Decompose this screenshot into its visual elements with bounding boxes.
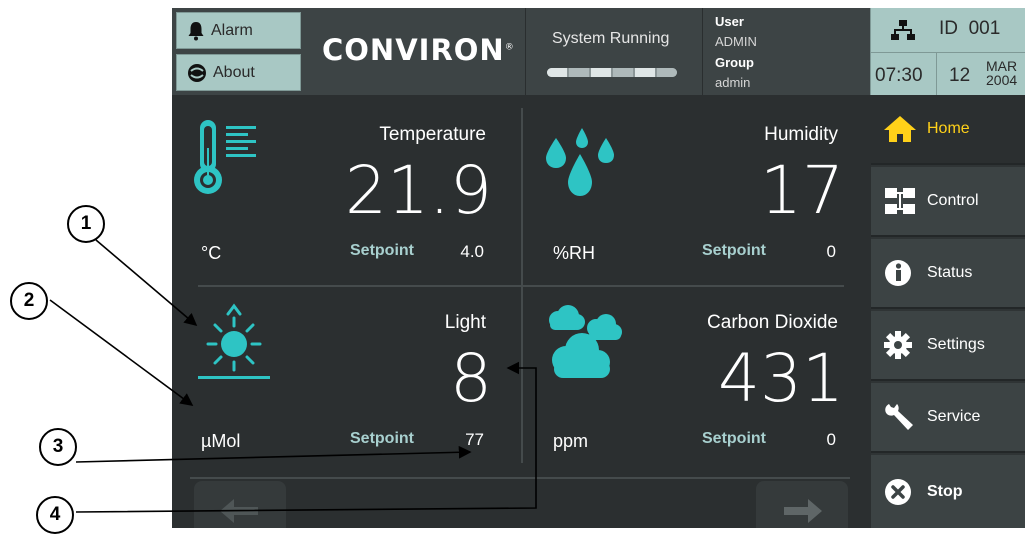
light-setpoint-label: Setpoint (350, 430, 414, 447)
nav-stop-label: Stop (927, 482, 963, 500)
page-nav-bar (190, 476, 850, 528)
alarm-label: Alarm (211, 21, 253, 39)
about-label: About (213, 63, 255, 81)
nav-control[interactable]: Control (871, 167, 1025, 237)
user-value: ADMIN (715, 34, 757, 49)
clock-time: 07:30 (875, 65, 923, 86)
network-icon (891, 20, 915, 40)
co2-value: 431 (718, 340, 844, 417)
system-progress-bar (547, 68, 677, 77)
group-label: Group (715, 55, 754, 70)
system-status-text: System Running (552, 30, 670, 47)
group-value: admin (715, 75, 751, 90)
callout-2: 2 (10, 282, 48, 320)
clouds-icon (549, 305, 622, 378)
date-day: 12 (949, 65, 971, 86)
info-icon (885, 260, 911, 286)
sun-icon (198, 303, 270, 379)
temperature-setpoint-value: 4.0 (460, 242, 484, 261)
light-tile[interactable]: Light 8 µMol Setpoint 77 (176, 288, 506, 468)
co2-label: Carbon Dioxide (707, 312, 838, 333)
humidity-tile[interactable]: Humidity 17 %RH Setpoint 0 (528, 100, 858, 280)
home-icon (884, 116, 916, 142)
next-page-button[interactable] (756, 481, 848, 528)
id-label: ID (939, 18, 958, 39)
light-label: Light (444, 312, 486, 333)
callout-4: 4 (36, 496, 74, 534)
water-drops-icon (546, 128, 614, 196)
date-year: 2004 (986, 72, 1018, 88)
co2-unit: ppm (553, 431, 589, 451)
logo-text: CONVIRON (322, 33, 505, 67)
id-row[interactable]: ID 001 (871, 8, 1025, 51)
conviron-logo: CONVIRON® (322, 33, 515, 67)
humidity-value: 17 (760, 152, 844, 229)
nav-settings-label: Settings (927, 336, 985, 353)
about-button[interactable]: About (176, 54, 301, 91)
temperature-unit: °C (201, 243, 222, 263)
logo-mark: ® (504, 42, 515, 53)
callout-1: 1 (67, 205, 105, 243)
gear-icon (884, 331, 912, 359)
control-icon (885, 188, 915, 214)
temperature-label: Temperature (379, 124, 486, 145)
co2-tile[interactable]: Carbon Dioxide 431 ppm Setpoint 0 (528, 288, 858, 468)
arrow-left-icon (220, 499, 258, 523)
light-unit: µMol (201, 431, 241, 451)
co2-setpoint-value: 0 (826, 430, 836, 449)
header-divider (702, 8, 703, 95)
bell-icon (188, 21, 204, 40)
humidity-setpoint-value: 0 (826, 242, 836, 261)
date-month-year: MAR 2004 (986, 59, 1017, 87)
user-label: User (715, 14, 744, 29)
humidity-unit: %RH (553, 243, 596, 263)
prev-page-button[interactable] (194, 481, 286, 528)
co2-setpoint-label: Setpoint (702, 430, 766, 447)
humidity-label: Humidity (764, 124, 838, 145)
conviron-screen: Alarm About CONVIRON® System Running Use… (172, 8, 1025, 528)
arrow-right-icon (784, 499, 822, 523)
temperature-setpoint-label: Setpoint (350, 242, 414, 259)
page-nav-line (190, 477, 850, 479)
nav-service[interactable]: Service (871, 383, 1025, 453)
id-display: ID 001 (939, 18, 1000, 40)
alarm-button[interactable]: Alarm (176, 12, 301, 49)
header-divider (525, 8, 526, 95)
date-divider (936, 53, 937, 96)
temperature-value: 21.9 (345, 152, 492, 229)
thermometer-icon (194, 120, 256, 194)
stop-icon (885, 478, 911, 505)
side-nav: Home Control Status Settings Service Sto… (871, 95, 1025, 528)
nav-service-label: Service (927, 408, 981, 425)
nav-status-label: Status (927, 264, 973, 281)
about-logo-icon (188, 63, 206, 82)
id-value: 001 (968, 18, 1001, 39)
light-setpoint-value: 77 (465, 430, 484, 449)
nav-status[interactable]: Status (871, 239, 1025, 309)
light-value: 8 (450, 340, 492, 417)
wrench-icon (885, 404, 913, 430)
nav-stop[interactable]: Stop (871, 455, 1025, 528)
nav-home-label: Home (927, 120, 970, 137)
id-datetime-panel: ID 001 07:30 12 MAR 2004 (870, 8, 1025, 96)
nav-home[interactable]: Home (871, 95, 1025, 165)
tile-divider-horizontal (198, 285, 844, 287)
nav-control-label: Control (927, 192, 979, 209)
datetime-row[interactable]: 07:30 12 MAR 2004 (871, 52, 1025, 96)
top-bar: Alarm About CONVIRON® System Running Use… (172, 8, 1025, 96)
humidity-setpoint-label: Setpoint (702, 242, 766, 259)
callout-3: 3 (39, 428, 77, 466)
temperature-tile[interactable]: Temperature 21.9 °C Setpoint 4.0 (176, 100, 506, 280)
nav-settings[interactable]: Settings (871, 311, 1025, 381)
